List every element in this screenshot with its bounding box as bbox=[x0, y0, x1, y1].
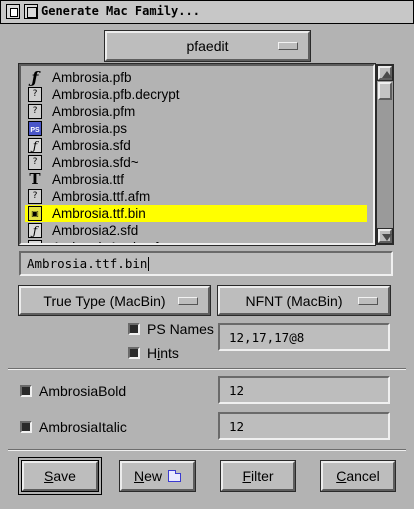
unknown-file-icon: ? bbox=[28, 87, 42, 102]
sfd-file-icon: ƒ bbox=[28, 138, 42, 153]
file-name: Ambrosia.pfb bbox=[52, 70, 132, 85]
file-list-item[interactable]: ? Ambrosia.pfm bbox=[25, 103, 367, 120]
filename-input[interactable]: Ambrosia.ttf.bin bbox=[19, 251, 393, 276]
bold-member-checkbox[interactable]: AmbrosiaBold bbox=[20, 383, 126, 399]
file-name: Ambrosia.ttf.bin bbox=[52, 206, 146, 221]
directory-popup-label: pfaedit bbox=[186, 38, 229, 54]
file-list-item[interactable]: PS Ambrosia.ps bbox=[25, 120, 367, 137]
file-list-item[interactable]: ▣ Ambrosia.ttf.bin bbox=[25, 205, 367, 222]
bitmap-format-popup[interactable]: NFNT (MacBin) bbox=[218, 286, 390, 315]
text-cursor bbox=[148, 256, 150, 271]
font-format-popup[interactable]: True Type (MacBin) bbox=[19, 286, 210, 315]
scroll-down-arrow-icon[interactable] bbox=[378, 229, 392, 243]
title-bar[interactable]: Generate Mac Family... bbox=[0, 0, 414, 24]
window-title: Generate Mac Family... bbox=[41, 4, 200, 18]
checkbox-checked-icon[interactable] bbox=[20, 385, 32, 397]
italic-member-label: AmbrosiaItalic bbox=[39, 419, 127, 435]
file-list-item[interactable]: T Ambrosia.ttf bbox=[25, 171, 367, 188]
checkbox-checked-icon[interactable] bbox=[20, 421, 32, 433]
bold-member-value: 12 bbox=[229, 382, 245, 398]
filter-label: Filter bbox=[242, 468, 274, 484]
scroll-thumb[interactable] bbox=[378, 82, 392, 100]
bold-member-field[interactable]: 12 bbox=[218, 376, 390, 404]
hints-checkbox[interactable]: Hints bbox=[128, 345, 179, 361]
bold-member-label: AmbrosiaBold bbox=[39, 383, 127, 399]
divider bbox=[8, 368, 406, 370]
file-name: AmbrosiaApple.ttf bbox=[52, 240, 159, 243]
file-list-item[interactable]: ? Ambrosia.sfd~ bbox=[25, 154, 367, 171]
cancel-button[interactable]: Cancel bbox=[321, 461, 395, 491]
checkbox-checked-icon[interactable] bbox=[128, 323, 140, 335]
popup-indicator-icon bbox=[358, 296, 378, 305]
unknown-file-icon: ? bbox=[28, 155, 42, 170]
scroll-up-arrow-icon[interactable] bbox=[378, 66, 392, 80]
file-list-item[interactable]: ƒ Ambrosia2.sfd bbox=[25, 222, 367, 239]
italic-member-checkbox[interactable]: AmbrosiaItalic bbox=[20, 419, 127, 435]
font-format-label: True Type (MacBin) bbox=[43, 292, 166, 309]
file-name: Ambrosia.ttf bbox=[52, 172, 125, 187]
file-name: Ambrosia.pfm bbox=[52, 104, 136, 119]
file-list-item[interactable]: ƒ AmbrosiaApple.ttf bbox=[25, 239, 367, 243]
ps-names-label: PS Names bbox=[147, 321, 214, 337]
save-button[interactable]: Save bbox=[22, 461, 98, 491]
popup-indicator-icon bbox=[178, 296, 198, 305]
file-list-item[interactable]: ? Ambrosia.pfb.decrypt bbox=[25, 86, 367, 103]
file-name: Ambrosia.sfd bbox=[52, 138, 131, 153]
file-list-item[interactable]: ? Ambrosia.ttf.afm bbox=[25, 188, 367, 205]
postscript-file-icon: PS bbox=[28, 121, 42, 136]
file-name: Ambrosia.sfd~ bbox=[52, 155, 139, 170]
file-name: Ambrosia.pfb.decrypt bbox=[52, 87, 180, 102]
filter-button[interactable]: Filter bbox=[221, 461, 295, 491]
bitmap-sizes-field[interactable]: 12,17,17@8 bbox=[218, 323, 390, 351]
macbinary-file-icon: ▣ bbox=[28, 206, 42, 221]
new-folder-button[interactable]: New bbox=[120, 461, 195, 491]
window-menu-icon[interactable] bbox=[6, 4, 20, 19]
cancel-label: Cancel bbox=[336, 468, 380, 484]
sfd-file-icon: ƒ bbox=[28, 240, 42, 243]
checkbox-checked-icon[interactable] bbox=[128, 347, 140, 359]
italic-member-value: 12 bbox=[229, 418, 245, 434]
file-name: Ambrosia.ttf.afm bbox=[52, 189, 151, 204]
file-list[interactable]: ƒ Ambrosia.pfb? Ambrosia.pfb.decrypt? Ambro… bbox=[19, 64, 375, 245]
divider bbox=[8, 449, 406, 451]
new-label: New bbox=[133, 468, 163, 484]
ps-names-checkbox[interactable]: PS Names bbox=[128, 321, 214, 337]
file-list-item[interactable]: ƒ Ambrosia.pfb bbox=[25, 69, 367, 86]
unknown-file-icon: ? bbox=[28, 104, 42, 119]
bitmap-sizes-value: 12,17,17@8 bbox=[229, 329, 305, 345]
unknown-file-icon: ? bbox=[28, 189, 42, 204]
truetype-file-icon: T bbox=[29, 170, 41, 188]
sfd-file-icon: ƒ bbox=[28, 223, 42, 238]
save-label: Save bbox=[44, 468, 76, 484]
file-name: Ambrosia.ps bbox=[52, 121, 128, 136]
folder-icon bbox=[168, 469, 182, 482]
bitmap-format-label: NFNT (MacBin) bbox=[245, 292, 343, 309]
hints-label: Hints bbox=[147, 345, 179, 361]
file-list-scrollbar[interactable] bbox=[376, 64, 394, 245]
filename-value: Ambrosia.ttf.bin bbox=[27, 256, 148, 271]
file-list-item[interactable]: ƒ Ambrosia.sfd bbox=[25, 137, 367, 154]
font-file-icon: ƒ bbox=[31, 67, 39, 87]
directory-popup[interactable]: pfaedit bbox=[105, 31, 310, 61]
minimize-icon[interactable] bbox=[24, 4, 38, 19]
file-name: Ambrosia2.sfd bbox=[52, 223, 139, 238]
italic-member-field[interactable]: 12 bbox=[218, 412, 390, 440]
popup-indicator-icon bbox=[278, 42, 298, 50]
